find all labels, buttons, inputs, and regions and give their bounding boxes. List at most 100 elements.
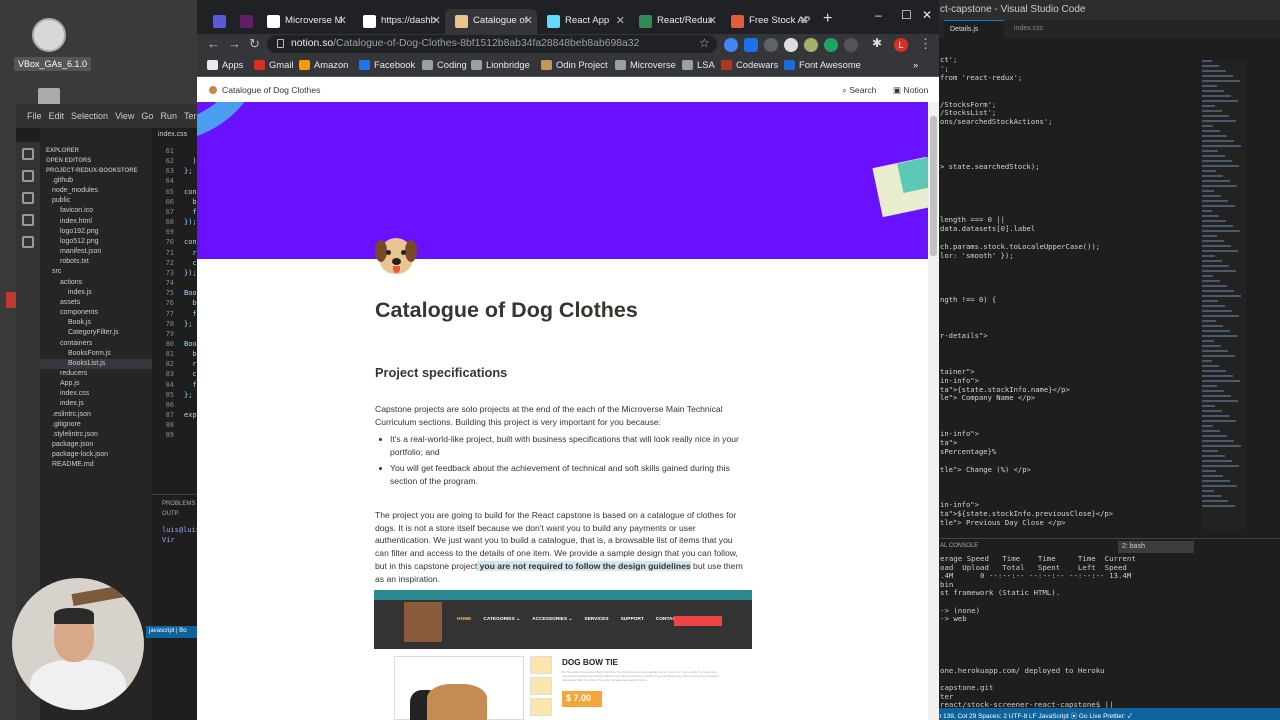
minimize-button[interactable]: – (875, 8, 882, 22)
file-tree-item[interactable]: .gitignore (40, 420, 152, 430)
project-heading[interactable]: PROJECT-REDUX-BOOKSTORE (40, 166, 152, 176)
more-menu-icon[interactable]: ⋮ (919, 36, 932, 52)
maximize-button[interactable]: ☐ (901, 8, 912, 22)
bookmark-item[interactable]: Gmail (254, 59, 293, 70)
close-icon[interactable]: ✕ (432, 14, 441, 27)
terminal-prompt[interactable]: luis@luis-Vir (152, 523, 198, 547)
run-debug-icon[interactable] (22, 214, 34, 226)
close-icon[interactable]: ✕ (338, 14, 347, 27)
bookmarks-overflow-icon[interactable]: » (913, 59, 918, 70)
menu-selection[interactable]: Selection (71, 111, 108, 121)
tab-microverse[interactable]: Microverse M ✕ (257, 9, 351, 34)
file-tree-item[interactable]: reducers (40, 369, 152, 379)
extension-icon[interactable] (744, 38, 758, 52)
tab-pinned-1[interactable] (203, 9, 227, 34)
menu-view[interactable]: View (115, 111, 134, 121)
file-tree-item[interactable]: logo512.png (40, 237, 152, 247)
file-tree-item[interactable]: Book.js (40, 318, 152, 328)
tab-react-app[interactable]: React App ✕ (537, 9, 629, 34)
back-arrow-icon[interactable]: ← (207, 36, 220, 51)
menu-edit[interactable]: Edit (49, 111, 65, 121)
editor-tab[interactable]: index.css (152, 128, 198, 142)
file-tree-item[interactable]: index.js (40, 288, 152, 298)
reload-icon[interactable]: ↻ (249, 36, 260, 52)
menu-file[interactable]: File (27, 111, 42, 121)
extensions-icon[interactable] (22, 236, 34, 248)
tab-catalogue[interactable]: Catalogue of ✕ (445, 9, 537, 34)
menu-go[interactable]: Go (141, 111, 153, 121)
tab-dashboard[interactable]: https://dashb ✕ (353, 9, 445, 34)
close-icon[interactable]: ✕ (708, 14, 717, 27)
menu-terminal[interactable]: Termi (184, 111, 198, 121)
file-tree-item[interactable]: public (40, 196, 152, 206)
scrollbar-thumb[interactable] (930, 116, 937, 256)
search-button[interactable]: ⌕ Search (842, 85, 876, 96)
tab-react-redux[interactable]: React/Redux ✕ (629, 9, 721, 34)
explorer-icon[interactable] (22, 148, 34, 160)
file-tree-item[interactable]: containers (40, 339, 152, 349)
terminal-tab-label[interactable]: AL CONSOLE (940, 543, 978, 549)
breadcrumb[interactable]: Catalogue of Dog Clothes (209, 85, 320, 95)
panel-tabs[interactable]: PROBLEMS OUTP (152, 495, 198, 523)
file-tree-item[interactable]: App.js (40, 379, 152, 389)
code-text[interactable]: ct'; '; from 'react-redux'; /StocksForm'… (940, 55, 1200, 581)
file-tree-item[interactable]: components (40, 308, 152, 318)
extension-icon[interactable] (784, 38, 798, 52)
tab-free-stock-api[interactable]: Free Stock AP ✕ (721, 9, 813, 34)
file-tree-item[interactable]: BooksList.js (40, 358, 152, 369)
file-tree-item[interactable]: assets (40, 298, 152, 308)
file-tree-item[interactable]: BooksForm.js (40, 349, 152, 359)
desktop-icon-vbox[interactable]: VBox_GAs_6.1.0 (14, 18, 92, 71)
file-tree-item[interactable]: src (40, 267, 152, 277)
bookmark-item[interactable]: Facebook (359, 59, 415, 70)
close-icon[interactable]: ✕ (524, 14, 533, 27)
file-tree-item[interactable]: manifest.json (40, 247, 152, 257)
design-screenshot[interactable]: HOME CATEGORIES ⌄ ACCESSORIES ⌄ SERVICES SUP… (374, 590, 752, 720)
bookmark-item[interactable]: Amazon (299, 59, 348, 70)
scrollbar[interactable] (928, 102, 939, 720)
file-tree-item[interactable]: robots.txt (40, 257, 152, 267)
search-icon[interactable] (22, 170, 34, 182)
file-tree-item[interactable]: index.css (40, 389, 152, 399)
bookmark-item[interactable]: Odin Project (541, 59, 608, 70)
file-tree-item[interactable]: README.md (40, 460, 152, 470)
bookmark-item[interactable]: Font Awesome (784, 59, 861, 70)
bookmark-item[interactable]: Apps (207, 59, 243, 70)
file-tree-item[interactable]: CategoryFilter.js (40, 328, 152, 338)
address-bar[interactable]: notion.so/Catalogue-of-Dog-Clothes-8bf15… (267, 35, 717, 53)
file-tree-item[interactable]: actions (40, 278, 152, 288)
notion-button[interactable]: ▣ Notion (893, 85, 928, 96)
forward-arrow-icon[interactable]: → (228, 36, 241, 51)
bookmark-item[interactable]: LSA (682, 59, 715, 70)
terminal-select[interactable]: 2: bash (1118, 541, 1194, 553)
file-tree-item[interactable]: .eslintrc.json (40, 410, 152, 420)
bookmark-star-icon[interactable]: ☆ (699, 36, 710, 50)
close-icon[interactable]: ✕ (800, 14, 809, 27)
bookmark-item[interactable]: Coding (422, 59, 467, 70)
extension-icon[interactable] (724, 38, 738, 52)
extension-icon[interactable] (844, 38, 858, 52)
extension-icon[interactable] (804, 38, 818, 52)
file-tree-item[interactable]: favicon.ico (40, 206, 152, 216)
file-tree-item[interactable]: .github (40, 176, 152, 186)
editor-tab-details[interactable]: Details.js (944, 20, 1004, 38)
puzzle-icon[interactable]: ✱ (872, 36, 886, 50)
avatar[interactable]: L (894, 38, 908, 52)
minimap[interactable] (1202, 60, 1246, 530)
bookmark-item[interactable]: Lionbridge (471, 59, 530, 70)
file-tree-item[interactable]: package-lock.json (40, 450, 152, 460)
extension-icon[interactable] (764, 38, 778, 52)
menu-run[interactable]: Run (160, 111, 177, 121)
editor-tab-index-css[interactable]: index.css (1008, 20, 1068, 38)
extension-icon[interactable] (824, 38, 838, 52)
file-tree-item[interactable]: logo192.png (40, 227, 152, 237)
file-tree-item[interactable]: index.js (40, 399, 152, 409)
tab-pinned-2[interactable] (230, 9, 254, 34)
file-tree-item[interactable]: node_modules (40, 186, 152, 196)
terminal-panel[interactable]: AL CONSOLE 2: bash erage Speed Time Time… (928, 538, 1280, 709)
close-icon[interactable]: ✕ (616, 14, 625, 27)
open-editors-heading[interactable]: OPEN EDITORS (40, 156, 152, 166)
new-tab-button[interactable]: + (823, 10, 832, 28)
file-tree-item[interactable]: index.html (40, 217, 152, 227)
file-tree-item[interactable]: .stylelintrc.json (40, 430, 152, 440)
